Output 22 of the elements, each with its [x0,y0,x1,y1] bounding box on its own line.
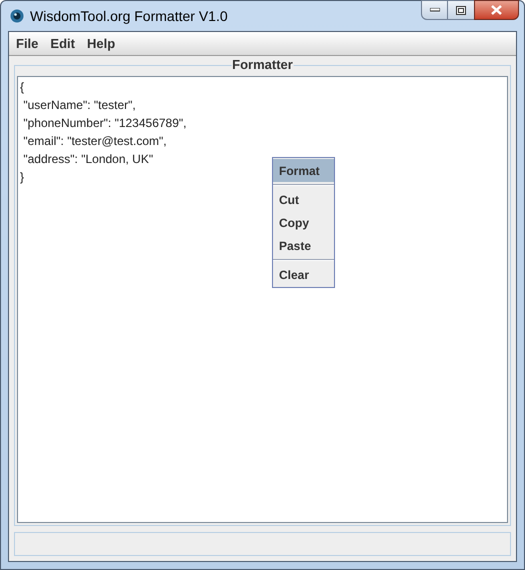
maximize-icon [456,6,466,14]
code-line: "address": "London, UK" [22,151,154,168]
context-menu-item[interactable]: Format [273,159,334,182]
menu-item[interactable]: Edit [45,34,80,52]
code-line: "phoneNumber": "123456789", [22,115,186,132]
minimize-icon [430,8,440,12]
window-title: WisdomTool.org Formatter V1.0 [30,6,228,26]
maximize-button[interactable] [448,0,474,20]
context-menu-item[interactable]: Paste [273,234,334,257]
context-menu-item[interactable]: Copy [273,211,334,234]
minimize-button[interactable] [421,0,448,20]
code-line: } [20,169,24,186]
menu-item[interactable]: File [11,34,44,52]
close-button[interactable] [474,0,519,20]
code-line: "email": "tester@test.com", [22,133,167,150]
eye-icon [10,9,24,23]
context-menu-item[interactable]: Cut [273,188,334,211]
code-line: { [20,79,24,96]
menu-item[interactable]: Help [82,34,120,52]
close-icon [491,5,502,15]
code-line: "userName": "tester", [22,97,136,114]
context-menu-item[interactable]: Clear [273,263,334,286]
